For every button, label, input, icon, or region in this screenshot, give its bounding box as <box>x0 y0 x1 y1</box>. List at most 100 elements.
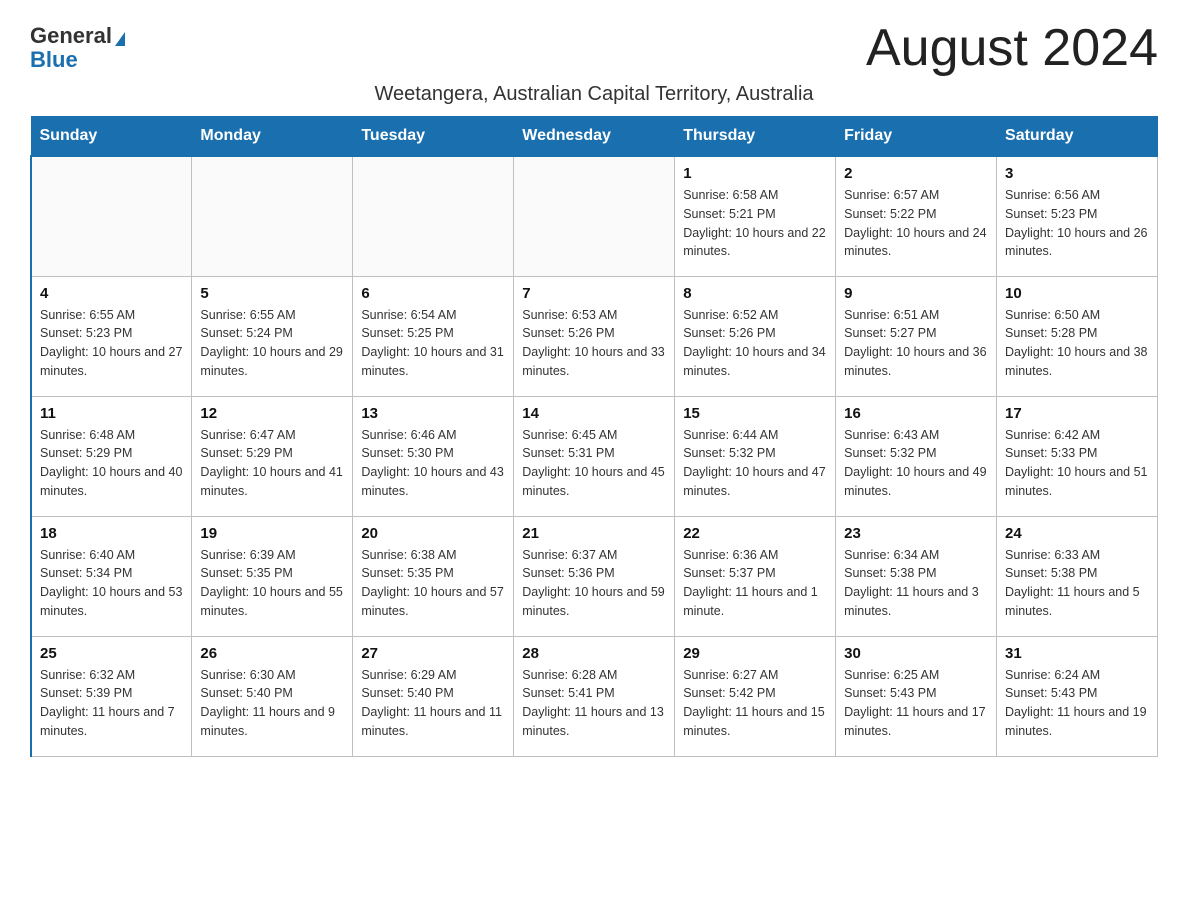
table-row: 24 Sunrise: 6:33 AMSunset: 5:38 PMDayligh… <box>997 516 1158 636</box>
table-row: 21 Sunrise: 6:37 AMSunset: 5:36 PMDayligh… <box>514 516 675 636</box>
table-row <box>31 156 192 276</box>
table-row: 27 Sunrise: 6:29 AMSunset: 5:40 PMDayligh… <box>353 636 514 756</box>
day-info: Sunrise: 6:46 AMSunset: 5:30 PMDaylight:… <box>361 426 505 501</box>
day-number: 5 <box>200 285 344 302</box>
col-tuesday: Tuesday <box>353 117 514 157</box>
table-row: 10 Sunrise: 6:50 AMSunset: 5:28 PMDayligh… <box>997 276 1158 396</box>
day-info: Sunrise: 6:52 AMSunset: 5:26 PMDaylight:… <box>683 306 827 381</box>
table-row: 29 Sunrise: 6:27 AMSunset: 5:42 PMDayligh… <box>675 636 836 756</box>
day-number: 24 <box>1005 525 1149 542</box>
table-row: 22 Sunrise: 6:36 AMSunset: 5:37 PMDayligh… <box>675 516 836 636</box>
day-info: Sunrise: 6:53 AMSunset: 5:26 PMDaylight:… <box>522 306 666 381</box>
day-number: 8 <box>683 285 827 302</box>
calendar-week-row: 4Sunrise: 6:55 AMSunset: 5:23 PMDaylight… <box>31 276 1158 396</box>
day-info: Sunrise: 6:30 AMSunset: 5:40 PMDaylight:… <box>200 666 344 741</box>
day-number: 13 <box>361 405 505 422</box>
day-info: Sunrise: 6:37 AMSunset: 5:36 PMDaylight:… <box>522 546 666 621</box>
col-friday: Friday <box>836 117 997 157</box>
table-row: 6 Sunrise: 6:54 AMSunset: 5:25 PMDaylight… <box>353 276 514 396</box>
day-number: 6 <box>361 285 505 302</box>
day-number: 7 <box>522 285 666 302</box>
day-number: 1 <box>683 165 827 182</box>
table-row <box>192 156 353 276</box>
day-number: 12 <box>200 405 344 422</box>
day-info: Sunrise: 6:29 AMSunset: 5:40 PMDaylight:… <box>361 666 505 741</box>
table-row <box>514 156 675 276</box>
day-number: 31 <box>1005 645 1149 662</box>
table-row: 28 Sunrise: 6:28 AMSunset: 5:41 PMDayligh… <box>514 636 675 756</box>
calendar-table: Sunday Monday Tuesday Wednesday Thursday… <box>30 116 1158 757</box>
day-number: 29 <box>683 645 827 662</box>
table-row: 7 Sunrise: 6:53 AMSunset: 5:26 PMDaylight… <box>514 276 675 396</box>
table-row: 14Sunrise: 6:45 AMSunset: 5:31 PMDayligh… <box>514 396 675 516</box>
day-number: 21 <box>522 525 666 542</box>
calendar-week-row: 18Sunrise: 6:40 AMSunset: 5:34 PMDayligh… <box>31 516 1158 636</box>
day-number: 26 <box>200 645 344 662</box>
day-number: 28 <box>522 645 666 662</box>
day-info: Sunrise: 6:56 AMSunset: 5:23 PMDaylight:… <box>1005 186 1149 261</box>
day-info: Sunrise: 6:32 AMSunset: 5:39 PMDaylight:… <box>40 666 183 741</box>
table-row: 9 Sunrise: 6:51 AMSunset: 5:27 PMDaylight… <box>836 276 997 396</box>
day-info: Sunrise: 6:47 AMSunset: 5:29 PMDaylight:… <box>200 426 344 501</box>
table-row: 4Sunrise: 6:55 AMSunset: 5:23 PMDaylight… <box>31 276 192 396</box>
day-info: Sunrise: 6:38 AMSunset: 5:35 PMDaylight:… <box>361 546 505 621</box>
day-info: Sunrise: 6:28 AMSunset: 5:41 PMDaylight:… <box>522 666 666 741</box>
col-saturday: Saturday <box>997 117 1158 157</box>
table-row: 2 Sunrise: 6:57 AMSunset: 5:22 PMDaylight… <box>836 156 997 276</box>
day-info: Sunrise: 6:50 AMSunset: 5:28 PMDaylight:… <box>1005 306 1149 381</box>
table-row: 1Sunrise: 6:58 AMSunset: 5:21 PMDaylight… <box>675 156 836 276</box>
day-info: Sunrise: 6:51 AMSunset: 5:27 PMDaylight:… <box>844 306 988 381</box>
day-info: Sunrise: 6:27 AMSunset: 5:42 PMDaylight:… <box>683 666 827 741</box>
table-row: 5 Sunrise: 6:55 AMSunset: 5:24 PMDaylight… <box>192 276 353 396</box>
table-row <box>353 156 514 276</box>
day-number: 27 <box>361 645 505 662</box>
day-number: 3 <box>1005 165 1149 182</box>
day-number: 9 <box>844 285 988 302</box>
day-info: Sunrise: 6:55 AMSunset: 5:23 PMDaylight:… <box>40 306 183 381</box>
day-info: Sunrise: 6:36 AMSunset: 5:37 PMDaylight:… <box>683 546 827 621</box>
day-info: Sunrise: 6:57 AMSunset: 5:22 PMDaylight:… <box>844 186 988 261</box>
day-info: Sunrise: 6:45 AMSunset: 5:31 PMDaylight:… <box>522 426 666 501</box>
day-number: 10 <box>1005 285 1149 302</box>
table-row: 17Sunrise: 6:42 AMSunset: 5:33 PMDayligh… <box>997 396 1158 516</box>
table-row: 20 Sunrise: 6:38 AMSunset: 5:35 PMDayligh… <box>353 516 514 636</box>
table-row: 16Sunrise: 6:43 AMSunset: 5:32 PMDayligh… <box>836 396 997 516</box>
table-row: 11 Sunrise: 6:48 AMSunset: 5:29 PMDayligh… <box>31 396 192 516</box>
table-row: 23Sunrise: 6:34 AMSunset: 5:38 PMDayligh… <box>836 516 997 636</box>
table-row: 30 Sunrise: 6:25 AMSunset: 5:43 PMDayligh… <box>836 636 997 756</box>
day-number: 2 <box>844 165 988 182</box>
calendar-header-row: Sunday Monday Tuesday Wednesday Thursday… <box>31 117 1158 157</box>
day-info: Sunrise: 6:34 AMSunset: 5:38 PMDaylight:… <box>844 546 988 621</box>
day-info: Sunrise: 6:25 AMSunset: 5:43 PMDaylight:… <box>844 666 988 741</box>
day-number: 11 <box>40 405 183 422</box>
logo-blue-text: Blue <box>30 48 78 72</box>
col-sunday: Sunday <box>31 117 192 157</box>
calendar-week-row: 25 Sunrise: 6:32 AMSunset: 5:39 PMDayligh… <box>31 636 1158 756</box>
table-row: 31 Sunrise: 6:24 AMSunset: 5:43 PMDayligh… <box>997 636 1158 756</box>
header: General Blue August 2024 <box>30 20 1158 77</box>
day-number: 25 <box>40 645 183 662</box>
day-number: 20 <box>361 525 505 542</box>
day-number: 30 <box>844 645 988 662</box>
day-info: Sunrise: 6:24 AMSunset: 5:43 PMDaylight:… <box>1005 666 1149 741</box>
table-row: 13 Sunrise: 6:46 AMSunset: 5:30 PMDayligh… <box>353 396 514 516</box>
col-monday: Monday <box>192 117 353 157</box>
table-row: 8 Sunrise: 6:52 AMSunset: 5:26 PMDaylight… <box>675 276 836 396</box>
col-wednesday: Wednesday <box>514 117 675 157</box>
logo-general-text: General <box>30 23 112 48</box>
day-number: 15 <box>683 405 827 422</box>
day-number: 19 <box>200 525 344 542</box>
calendar-week-row: 11 Sunrise: 6:48 AMSunset: 5:29 PMDayligh… <box>31 396 1158 516</box>
table-row: 12 Sunrise: 6:47 AMSunset: 5:29 PMDayligh… <box>192 396 353 516</box>
day-info: Sunrise: 6:55 AMSunset: 5:24 PMDaylight:… <box>200 306 344 381</box>
day-info: Sunrise: 6:42 AMSunset: 5:33 PMDaylight:… <box>1005 426 1149 501</box>
table-row: 18Sunrise: 6:40 AMSunset: 5:34 PMDayligh… <box>31 516 192 636</box>
day-number: 22 <box>683 525 827 542</box>
table-row: 19Sunrise: 6:39 AMSunset: 5:35 PMDayligh… <box>192 516 353 636</box>
day-info: Sunrise: 6:54 AMSunset: 5:25 PMDaylight:… <box>361 306 505 381</box>
logo-triangle-icon <box>115 32 125 46</box>
month-title: August 2024 <box>866 20 1158 77</box>
table-row: 3 Sunrise: 6:56 AMSunset: 5:23 PMDaylight… <box>997 156 1158 276</box>
day-info: Sunrise: 6:48 AMSunset: 5:29 PMDaylight:… <box>40 426 183 501</box>
day-info: Sunrise: 6:33 AMSunset: 5:38 PMDaylight:… <box>1005 546 1149 621</box>
